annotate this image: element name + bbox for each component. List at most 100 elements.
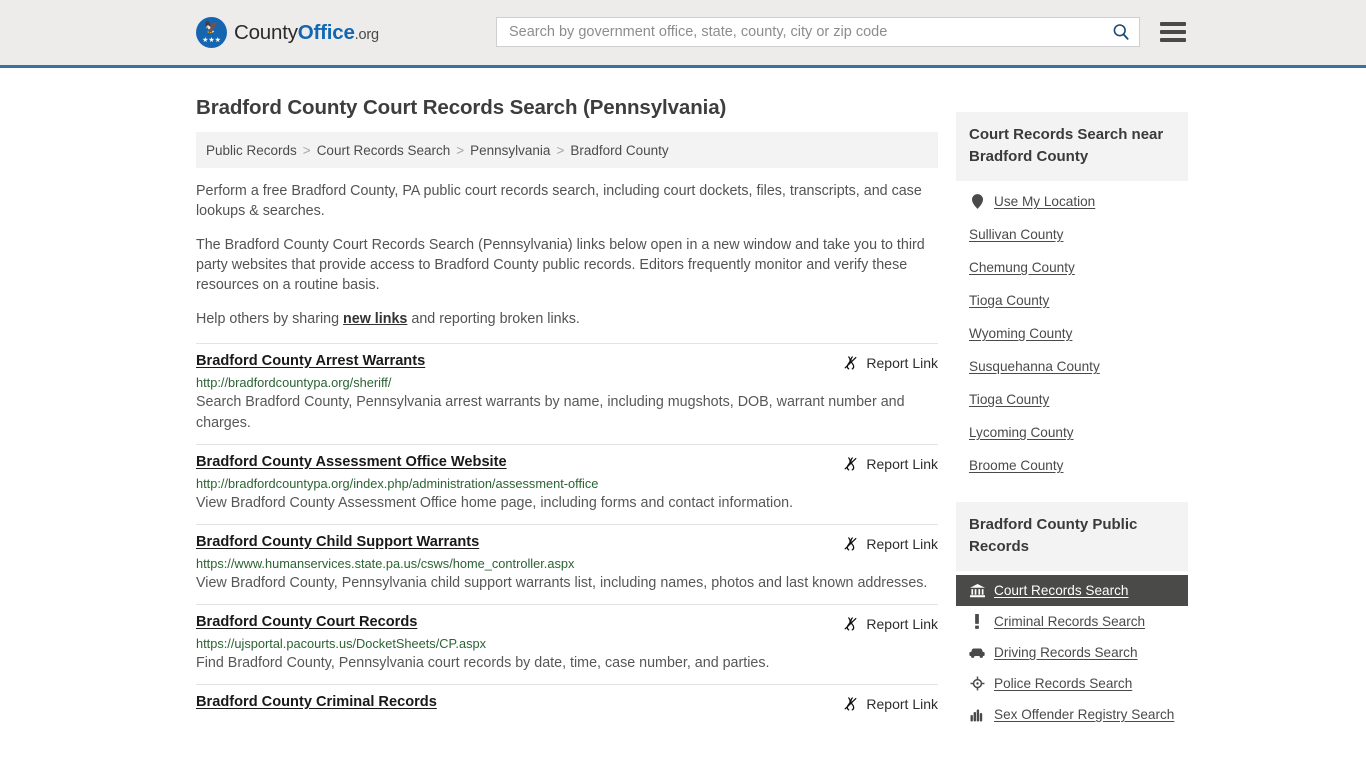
result-header: Bradford County Criminal Records Report … [196, 694, 938, 712]
breadcrumb-item-2[interactable]: Pennsylvania [470, 143, 550, 158]
main-column: Bradford County Court Records Search (Pe… [196, 68, 938, 730]
report-link-label: Report Link [866, 535, 938, 552]
report-link-button[interactable]: Report Link [828, 535, 938, 552]
fingerprint-icon [969, 708, 985, 722]
site-logo[interactable]: 🦅 ★★★ CountyOffice.org [196, 17, 379, 48]
result-item: Bradford County Arrest Warrants Report L… [196, 343, 938, 444]
sidebar-item-label[interactable]: Sex Offender Registry Search [994, 707, 1174, 722]
logo-tld: .org [354, 26, 379, 43]
result-item: Bradford County Assessment Office Websit… [196, 444, 938, 524]
result-url[interactable]: http://bradfordcountypa.org/sheriff/ [196, 375, 938, 390]
result-title[interactable]: Bradford County Arrest Warrants [196, 353, 425, 369]
report-link-button[interactable]: Report Link [828, 695, 938, 712]
header-search-area [496, 17, 1186, 47]
sidebar-item-sullivan-county[interactable]: Sullivan County [956, 218, 1188, 251]
logo-part2: Office [297, 20, 355, 44]
broken-link-icon [844, 697, 857, 711]
intro-paragraph-3: Help others by sharing new links and rep… [196, 309, 938, 329]
sidebar-item-broome-county[interactable]: Broome County [956, 449, 1188, 482]
sidebar-item-label[interactable]: Driving Records Search [994, 645, 1138, 660]
sidebar-item-use-my-location[interactable]: Use My Location [956, 185, 1188, 218]
intro-paragraph-2: The Bradford County Court Records Search… [196, 237, 925, 293]
page-title: Bradford County Court Records Search (Pe… [196, 96, 727, 119]
report-link-button[interactable]: Report Link [828, 615, 938, 632]
result-item: Bradford County Court Records Report Lin… [196, 604, 938, 684]
result-item: Bradford County Child Support Warrants R… [196, 524, 938, 604]
page-body: Bradford County Court Records Search (Pe… [0, 68, 1366, 730]
breadcrumb-item-1[interactable]: Court Records Search [317, 143, 451, 158]
sidebar-item-label[interactable]: Criminal Records Search [994, 614, 1145, 629]
new-links-link[interactable]: new links [343, 311, 407, 327]
sidebar-item-label[interactable]: Susquehanna County [969, 359, 1100, 374]
result-item: Bradford County Criminal Records Report … [196, 684, 938, 722]
result-url[interactable]: https://www.humanservices.state.pa.us/cs… [196, 556, 938, 571]
sidebar-nearby-heading: Court Records Search near Bradford Count… [956, 112, 1188, 181]
breadcrumb-separator: > [456, 142, 465, 158]
sidebar-item-label[interactable]: Wyoming County [969, 326, 1072, 341]
result-description: View Bradford County Assessment Office h… [196, 495, 794, 511]
sidebar-item-label[interactable]: Lycoming County [969, 425, 1074, 440]
breadcrumb-item-0[interactable]: Public Records [206, 143, 297, 158]
result-header: Bradford County Court Records Report Lin… [196, 614, 938, 632]
result-header: Bradford County Child Support Warrants R… [196, 534, 938, 552]
intro-p3-after: and reporting broken links. [407, 311, 580, 327]
broken-link-icon [844, 457, 857, 471]
report-link-label: Report Link [866, 615, 938, 632]
intro-p3-before: Help others by sharing [196, 311, 344, 327]
result-url[interactable]: http://bradfordcountypa.org/index.php/ad… [196, 476, 938, 491]
sidebar-public-records-heading: Bradford County Public Records [956, 502, 1188, 571]
courthouse-icon [969, 583, 985, 598]
search-box[interactable] [496, 17, 1140, 47]
sidebar-item-label[interactable]: Chemung County [969, 260, 1075, 275]
sidebar-item-label[interactable]: Police Records Search [994, 676, 1132, 691]
sidebar-item-lycoming-county[interactable]: Lycoming County [956, 416, 1188, 449]
sidebar-item-wyoming-county[interactable]: Wyoming County [956, 317, 1188, 350]
result-title[interactable]: Bradford County Assessment Office Websit… [196, 454, 507, 470]
sidebar-nearby-list: Use My Location Sullivan County Chemung … [956, 181, 1188, 482]
sidebar-item-label[interactable]: Broome County [969, 458, 1063, 473]
result-description: View Bradford County, Pennsylvania child… [196, 575, 928, 591]
sidebar-item-driving-records-search[interactable]: Driving Records Search [956, 637, 1188, 668]
map-pin-icon [969, 194, 985, 209]
site-header: 🦅 ★★★ CountyOffice.org [0, 0, 1366, 68]
report-link-button[interactable]: Report Link [828, 354, 938, 371]
sidebar-item-susquehanna-county[interactable]: Susquehanna County [956, 350, 1188, 383]
sidebar-item-sex-offender-registry-search[interactable]: Sex Offender Registry Search [956, 699, 1188, 730]
breadcrumb-separator: > [302, 142, 311, 158]
result-url[interactable]: https://ujsportal.pacourts.us/DocketShee… [196, 636, 938, 651]
report-link-label: Report Link [866, 455, 938, 472]
broken-link-icon [844, 356, 857, 370]
sidebar-item-label[interactable]: Use My Location [994, 194, 1095, 209]
sidebar-item-tioga-county-2[interactable]: Tioga County [956, 383, 1188, 416]
search-input[interactable] [509, 24, 1111, 40]
search-icon[interactable] [1111, 22, 1131, 42]
broken-link-icon [844, 537, 857, 551]
sidebar-item-label[interactable]: Sullivan County [969, 227, 1063, 242]
sidebar-item-label[interactable]: Tioga County [969, 392, 1049, 407]
sidebar-item-court-records-search[interactable]: Court Records Search [956, 575, 1188, 606]
hamburger-menu-icon[interactable] [1160, 22, 1186, 42]
breadcrumb-separator: > [556, 142, 565, 158]
result-description: Search Bradford County, Pennsylvania arr… [196, 394, 905, 431]
result-title[interactable]: Bradford County Criminal Records [196, 694, 437, 710]
eagle-logo-icon: 🦅 ★★★ [196, 17, 227, 48]
intro-paragraph-1: Perform a free Bradford County, PA publi… [196, 183, 922, 219]
result-title[interactable]: Bradford County Court Records [196, 614, 417, 630]
sidebar-item-criminal-records-search[interactable]: Criminal Records Search [956, 606, 1188, 637]
sidebar-item-label[interactable]: Court Records Search [994, 583, 1128, 598]
breadcrumb: Public Records > Court Records Search > … [196, 132, 938, 168]
report-link-label: Report Link [866, 354, 938, 371]
sidebar-item-police-records-search[interactable]: Police Records Search [956, 668, 1188, 699]
sidebar-item-label[interactable]: Tioga County [969, 293, 1049, 308]
result-header: Bradford County Assessment Office Websit… [196, 454, 938, 472]
logo-text: CountyOffice.org [234, 21, 379, 45]
sidebar-item-chemung-county[interactable]: Chemung County [956, 251, 1188, 284]
intro-text: Perform a free Bradford County, PA publi… [196, 168, 938, 329]
sidebar-public-records-list: Court Records Search Criminal Records Se… [956, 571, 1188, 730]
sidebar-item-tioga-county[interactable]: Tioga County [956, 284, 1188, 317]
result-header: Bradford County Arrest Warrants Report L… [196, 353, 938, 371]
result-title[interactable]: Bradford County Child Support Warrants [196, 534, 479, 550]
report-link-button[interactable]: Report Link [828, 455, 938, 472]
logo-part1: County [234, 20, 298, 44]
police-badge-icon [969, 676, 985, 691]
